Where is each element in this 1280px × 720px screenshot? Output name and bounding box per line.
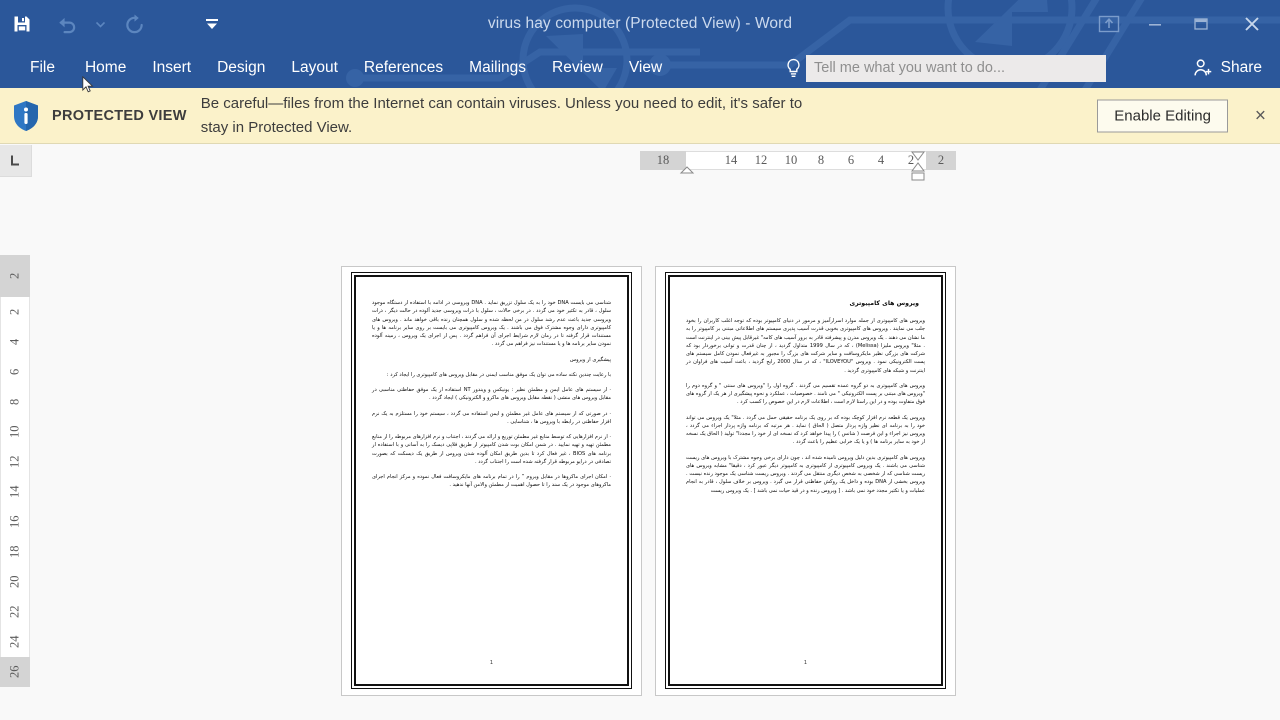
- tab-insert[interactable]: Insert: [139, 48, 204, 88]
- vruler-tick: 4: [0, 327, 30, 357]
- vruler-tick: 18: [0, 537, 30, 567]
- restore-button[interactable]: [1178, 2, 1224, 46]
- tab-design[interactable]: Design: [204, 48, 278, 88]
- document-page-2[interactable]: ویروس های کامپیوتری ویروس های کامپیوتری …: [655, 266, 956, 696]
- page-1-number: 1: [489, 660, 494, 666]
- page-1-body: شناسی می بایست DNA خود را به یک سلول تزر…: [356, 277, 627, 684]
- tab-review[interactable]: Review: [539, 48, 616, 88]
- ruler-tick: 12: [746, 151, 776, 170]
- vruler-margin-bottom: 26: [0, 657, 30, 687]
- protected-view-icon-wrap: [0, 100, 52, 132]
- enable-editing-button[interactable]: Enable Editing: [1097, 99, 1228, 132]
- tab-stop-selector[interactable]: [0, 145, 32, 177]
- vruler-tick: 2: [0, 297, 30, 327]
- paragraph: · از نرم افزارهایی که توسط منابع غیر مطم…: [372, 434, 611, 465]
- ruler-tick: 10: [776, 151, 806, 170]
- search-input[interactable]: Tell me what you want to do...: [806, 54, 1106, 82]
- ruler-tick: 6: [836, 151, 866, 170]
- page-border-decoration: ویروس های کامپیوتری ویروس های کامپیوتری …: [665, 272, 946, 689]
- ribbon-display-options-icon: [1098, 15, 1120, 33]
- minimize-button[interactable]: [1132, 2, 1178, 46]
- vruler-tick: 20: [0, 567, 30, 597]
- redo-icon: [125, 13, 143, 33]
- ruler-margin-right: 2: [926, 151, 956, 170]
- page-border-decoration: شناسی می بایست DNA خود را به یک سلول تزر…: [351, 272, 632, 689]
- vertical-ruler[interactable]: 2 2 4 6 8 10 12 14 16 18 20 22 24 26: [0, 255, 30, 705]
- banner-close-button[interactable]: ×: [1255, 106, 1266, 125]
- ribbon-display-options-button[interactable]: [1086, 2, 1132, 46]
- restore-icon: [1194, 18, 1208, 30]
- protected-view-message: Be careful—files from the Internet can c…: [200, 95, 803, 136]
- ribbon-tabs: File Home Insert Design Layout Reference…: [0, 48, 675, 88]
- paragraph: ویروس های کامپیوتری بدین دلیل ویروس نامی…: [686, 454, 925, 494]
- vruler-tick: 6: [0, 357, 30, 387]
- document-page-1[interactable]: شناسی می بایست DNA خود را به یک سلول تزر…: [341, 266, 642, 696]
- protected-view-title: PROTECTED VIEW: [52, 107, 187, 124]
- title-bar: virus hay computer (Protected View) - Wo…: [0, 0, 1280, 48]
- paragraph: ویروس یک قطعه نرم افزار کوچک بوده که بر …: [686, 414, 925, 446]
- tab-layout[interactable]: Layout: [278, 48, 351, 88]
- vruler-tick: 24: [0, 627, 30, 657]
- customize-qat-icon: [206, 19, 218, 29]
- tell-me-container: Tell me what you want to do...: [780, 48, 1106, 88]
- document-heading: ویروس های کامپیوتری: [849, 300, 919, 307]
- ruler-margin-left: 18: [640, 151, 686, 170]
- customize-qat-button[interactable]: [190, 4, 234, 44]
- paragraph: با رعایت چندین نکته ساده می توان یک موفق…: [386, 371, 611, 378]
- page-2-body: ویروس های کامپیوتری ویروس های کامپیوتری …: [670, 277, 941, 684]
- save-icon: [14, 16, 30, 32]
- paragraph: ویروس های کامپیوتری از جمله موارد اسرارآ…: [686, 318, 925, 374]
- ruler-tick: [686, 151, 716, 170]
- share-button[interactable]: Share: [1192, 48, 1270, 88]
- ruler-tick: 2: [896, 151, 926, 170]
- vruler-tick: 16: [0, 507, 30, 537]
- vruler-tick: 12: [0, 447, 30, 477]
- left-tab-stop-icon: [11, 155, 19, 166]
- ruler-tick: 14: [716, 151, 746, 170]
- paragraph: · در صورتی که از سیستم های عامل غیر مطمئ…: [372, 410, 611, 425]
- undo-icon: [58, 17, 75, 33]
- close-icon: [1245, 17, 1259, 31]
- vruler-margin-top: 2: [0, 255, 30, 297]
- document-canvas[interactable]: شناسی می بایست DNA خود را به یک سلول تزر…: [0, 144, 1280, 720]
- vruler-tick: 22: [0, 597, 30, 627]
- lightbulb-button[interactable]: [780, 58, 806, 78]
- protected-view-banner: PROTECTED VIEW Be careful—files from the…: [0, 88, 1280, 144]
- info-shield-icon: [14, 100, 38, 131]
- close-button[interactable]: [1224, 2, 1280, 46]
- tab-view[interactable]: View: [616, 48, 675, 88]
- undo-button[interactable]: [44, 4, 88, 44]
- undo-dropdown-button[interactable]: [88, 4, 112, 44]
- minimize-icon: [1149, 24, 1161, 26]
- ribbon-tab-bar: File Home Insert Design Layout Reference…: [0, 48, 1280, 88]
- search-placeholder: Tell me what you want to do...: [814, 60, 1006, 76]
- paragraph: شناسی می بایست DNA خود را به یک سلول تزر…: [372, 300, 611, 348]
- vruler-tick: 8: [0, 387, 30, 417]
- share-person-icon: [1194, 59, 1211, 76]
- share-label: Share: [1220, 59, 1262, 76]
- paragraph: ویروس های کامپیوتری به دو گروه عمده تقسی…: [686, 382, 925, 406]
- chevron-down-icon: [95, 21, 105, 28]
- quick-access-toolbar: [0, 0, 234, 48]
- tab-references[interactable]: References: [351, 48, 456, 88]
- vruler-tick: 14: [0, 477, 30, 507]
- redo-button[interactable]: [112, 4, 156, 44]
- paragraph-heading: پیشگیری از ویروس: [569, 356, 611, 363]
- vruler-tick: 10: [0, 417, 30, 447]
- tab-mailings[interactable]: Mailings: [456, 48, 539, 88]
- ruler-tick: 8: [806, 151, 836, 170]
- window-controls: [1086, 0, 1280, 48]
- paragraph: · از سیستم های عامل ایمن و مطمئن نظیر : …: [372, 387, 612, 402]
- ruler-tick: 4: [866, 151, 896, 170]
- lightbulb-icon: [786, 58, 800, 77]
- page-2-number: 1: [803, 660, 808, 666]
- tab-home[interactable]: Home: [72, 48, 139, 88]
- tab-file[interactable]: File: [0, 48, 72, 88]
- save-button[interactable]: [0, 4, 44, 44]
- horizontal-ruler[interactable]: 18 14 12 10 8 6 4 2 2: [640, 149, 956, 172]
- paragraph: · امکان اجرای ماکروها در مقابل ویروم ” ر…: [372, 474, 611, 489]
